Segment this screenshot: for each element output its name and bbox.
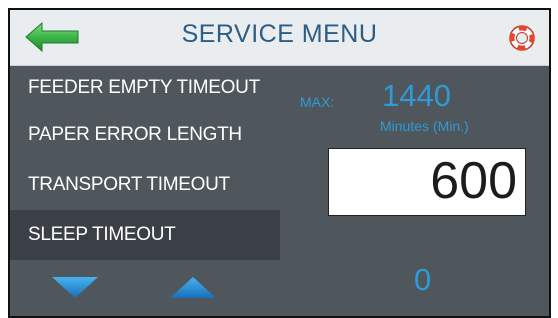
menu-item-label: TRANSPORT TIMEOUT (28, 174, 230, 195)
life-ring-icon (509, 25, 535, 51)
max-value: 1440 (382, 78, 451, 113)
header-bar: SERVICE MENU (10, 10, 549, 66)
menu-item-sleep-timeout[interactable]: SLEEP TIMEOUT (10, 210, 280, 260)
service-menu-screen: SERVICE MENU FEEDER EMPTY TIMEOUT PAPER … (8, 8, 551, 318)
units-label: Minutes (Min.) (380, 118, 469, 134)
scroll-down-button[interactable] (50, 274, 100, 300)
value-field[interactable]: 600 (328, 148, 526, 216)
page-counter: 0 (414, 262, 432, 297)
menu-item-transport-timeout[interactable]: TRANSPORT TIMEOUT (10, 160, 280, 210)
menu-item-label: SLEEP TIMEOUT (28, 224, 176, 245)
current-value: 600 (430, 152, 517, 210)
scroll-up-button[interactable] (168, 274, 218, 300)
max-label: MAX: (300, 94, 335, 110)
settings-menu: FEEDER EMPTY TIMEOUT PAPER ERROR LENGTH … (10, 65, 280, 260)
menu-item-paper-error-length[interactable]: PAPER ERROR LENGTH (10, 110, 280, 160)
page-title: SERVICE MENU (181, 20, 378, 48)
menu-item-label: FEEDER EMPTY TIMEOUT (28, 77, 260, 98)
help-button[interactable] (507, 23, 537, 53)
triangle-down-icon (52, 277, 98, 298)
menu-item-feeder-empty-timeout[interactable]: FEEDER EMPTY TIMEOUT (10, 65, 280, 110)
triangle-up-icon (170, 277, 216, 298)
menu-item-label: PAPER ERROR LENGTH (28, 124, 242, 145)
